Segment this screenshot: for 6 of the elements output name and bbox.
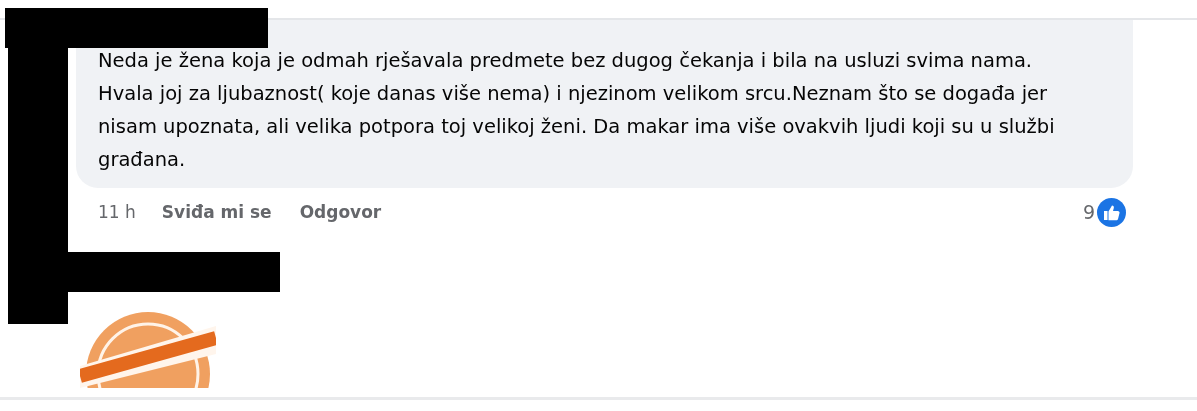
comment-text: Neda je žena koja je odmah rješavala predmete bez dugog čekanja i bila na usluzi svima nama. Hvala joj za ljubaznost( koje danas više nema) i njezinom velikom srcu.Neznam što se događa jer nisam upoznata, ali velika potpora toj velikoj ženi. Da makar ima više ovakvih ljudi koji su u službi građana. [98,48,1056,173]
reply-link[interactable]: Odgovor [299,202,382,222]
like-link[interactable]: Sviđa mi se [161,202,272,222]
reaction-count[interactable]: 9 [1082,201,1095,223]
thumbs-up-icon[interactable] [1097,197,1126,227]
comment-time[interactable]: 11 h [98,202,136,222]
